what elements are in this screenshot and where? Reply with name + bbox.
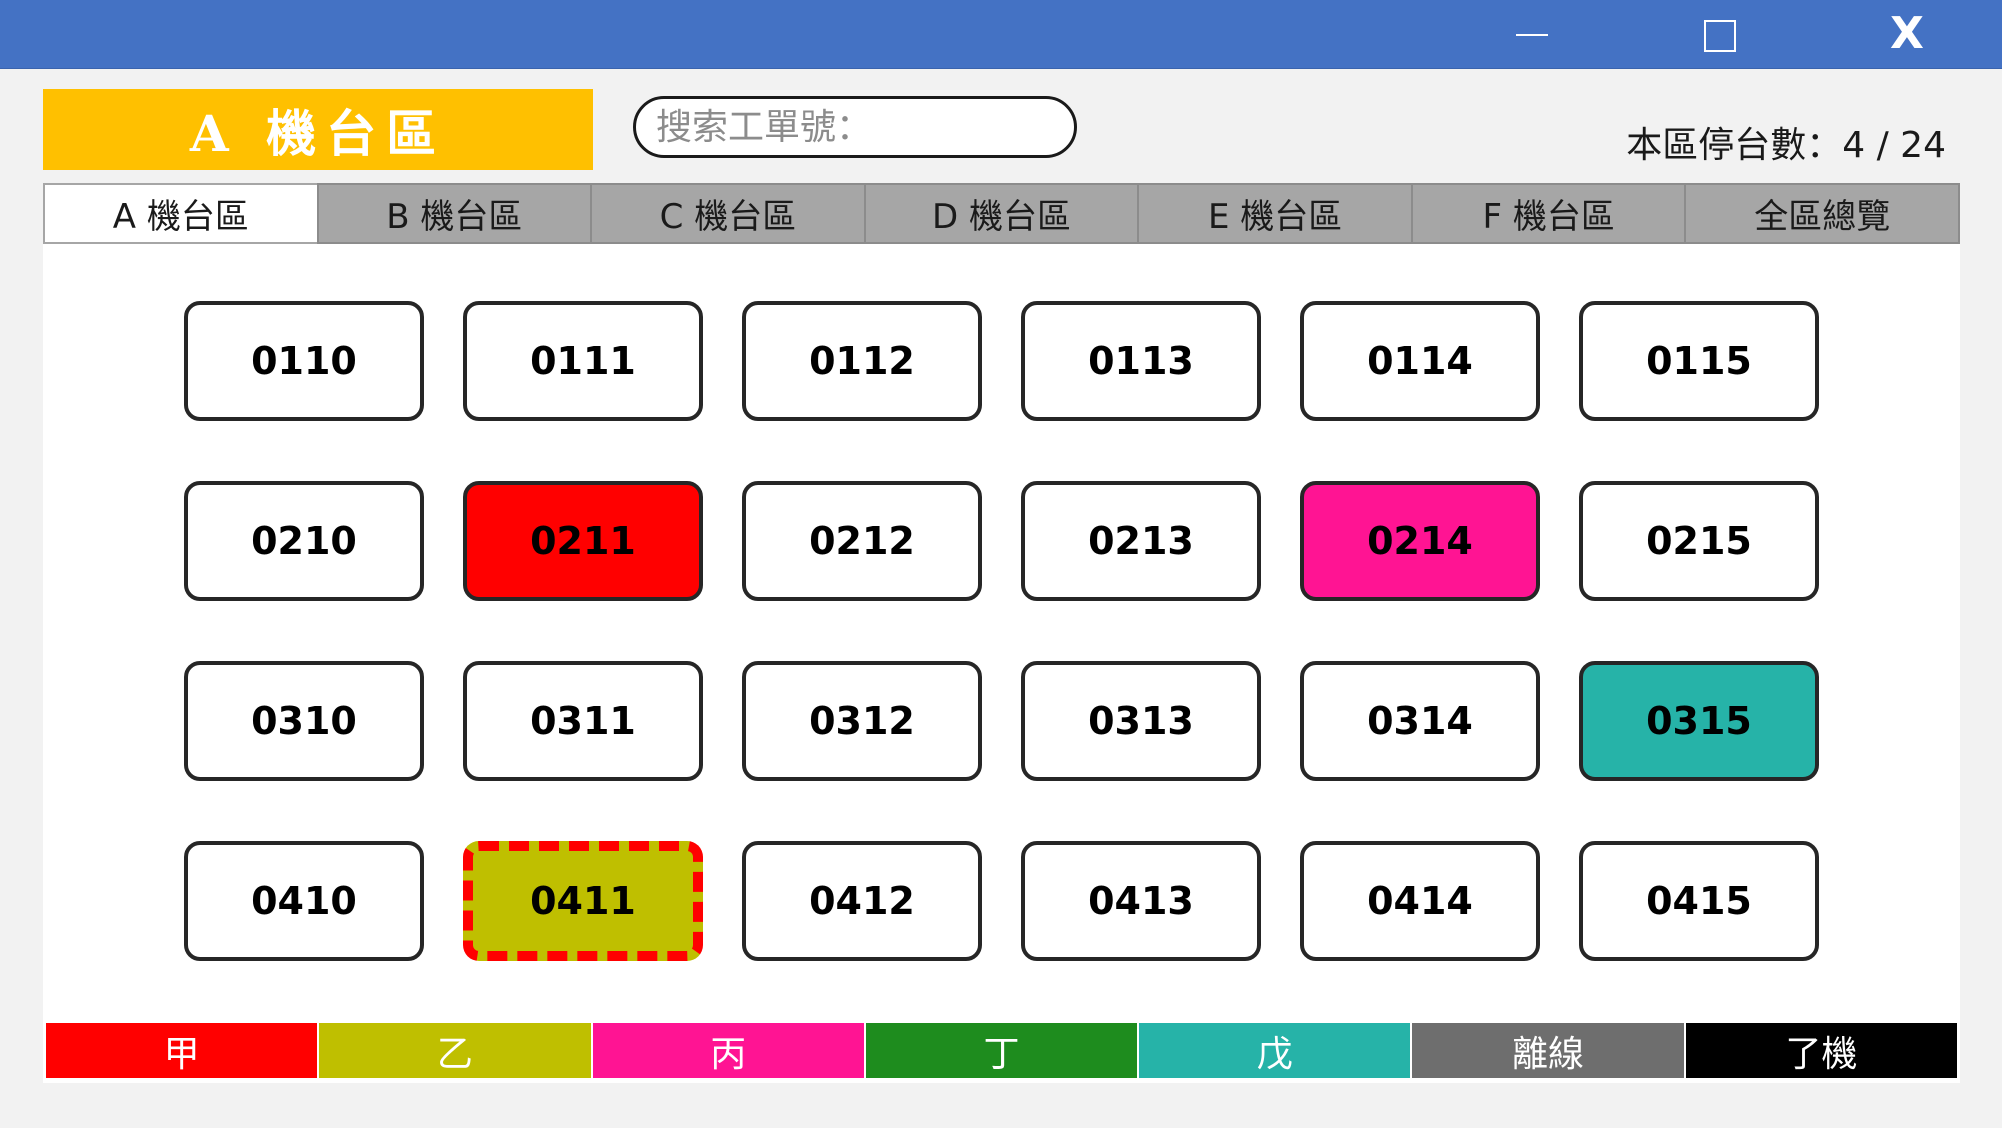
machine-button[interactable]: 0211	[463, 481, 703, 601]
machine-button[interactable]: 0115	[1579, 301, 1819, 421]
machine-button[interactable]: 0315	[1579, 661, 1819, 781]
tab-overview[interactable]: 全區總覽	[1684, 183, 1961, 244]
legend-item: 戊	[1139, 1023, 1413, 1078]
machine-button[interactable]: 0114	[1300, 301, 1540, 421]
search-input[interactable]	[633, 96, 1077, 158]
machine-button[interactable]: 0411	[463, 841, 703, 961]
machine-button[interactable]: 0113	[1021, 301, 1261, 421]
machine-button[interactable]: 0213	[1021, 481, 1261, 601]
machine-button[interactable]: 0214	[1300, 481, 1540, 601]
machine-button[interactable]: 0414	[1300, 841, 1540, 961]
tab-zone-c[interactable]: C 機台區	[590, 183, 866, 244]
tab-zone-e[interactable]: E 機台區	[1137, 183, 1413, 244]
tab-zone-d[interactable]: D 機台區	[863, 183, 1140, 244]
tab-zone-a[interactable]: A 機台區	[43, 183, 319, 244]
stop-count: 本區停台數：4 / 24	[1626, 125, 1946, 166]
status-legend: 甲乙丙丁戊離線 了機	[46, 1023, 1957, 1078]
close-icon[interactable]: X	[1884, 8, 1930, 60]
tab-zone-b[interactable]: B 機台區	[316, 183, 593, 244]
title-bar: X	[0, 0, 2002, 69]
tab-zone-f[interactable]: F 機台區	[1410, 183, 1687, 244]
legend-item: 丁	[865, 1023, 1140, 1078]
machine-button[interactable]: 0210	[184, 481, 424, 601]
machine-button[interactable]: 0215	[1579, 481, 1819, 601]
minimize-icon[interactable]	[1516, 34, 1548, 36]
maximize-icon[interactable]	[1704, 20, 1736, 52]
machine-button[interactable]: 0415	[1579, 841, 1819, 961]
machine-button[interactable]: 0314	[1300, 661, 1540, 781]
machine-grid: 0110 0111 0112 0113 0114 0115 0210 0211 0212 0213…	[184, 301, 1819, 961]
machine-button[interactable]: 0311	[463, 661, 703, 781]
zone-title: A 機台區	[43, 89, 593, 170]
machine-button[interactable]: 0410	[184, 841, 424, 961]
machine-button[interactable]: 0413	[1021, 841, 1261, 961]
machine-button[interactable]: 0212	[742, 481, 982, 601]
legend-item: 離線	[1412, 1023, 1686, 1078]
legend-item: 了機	[1685, 1023, 1957, 1078]
machine-button[interactable]: 0110	[184, 301, 424, 421]
machine-button[interactable]: 0310	[184, 661, 424, 781]
legend-item: 甲	[46, 1023, 320, 1078]
machine-button[interactable]: 0112	[742, 301, 982, 421]
zone-tabs: A 機台區 B 機台區 C 機台區 D 機台區 E 機台區 F 機台區 全區總覽	[43, 183, 1961, 244]
legend-item: 乙	[319, 1023, 593, 1078]
machine-button[interactable]: 0312	[742, 661, 982, 781]
machine-button[interactable]: 0111	[463, 301, 703, 421]
machine-button[interactable]: 0313	[1021, 661, 1261, 781]
legend-item: 丙	[592, 1023, 866, 1078]
machine-button[interactable]: 0412	[742, 841, 982, 961]
